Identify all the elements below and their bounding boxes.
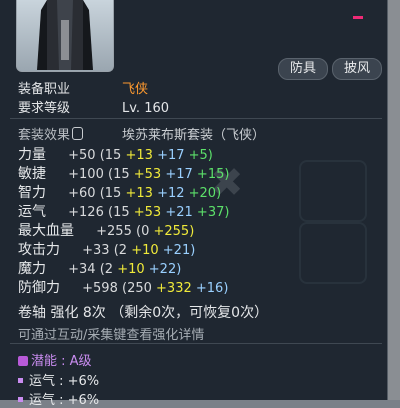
scroll-label: 卷轴 强化 8次 [18,305,106,321]
potential-label: 潜能 : [31,354,66,369]
item-flag-icon [353,16,363,19]
level-value: Lv. 160 [122,101,170,116]
potential-row: 潜能 : A级 [18,350,92,369]
level-row: 要求等级 Lv. 160 [18,97,169,116]
set-label: 套装效果 [18,124,122,143]
potential-icon [18,356,28,366]
stat-row-magic: 魔力 +34 (2 +10 +22) [18,261,182,277]
stat-row-defense: 防御力 +598 (250 +332 +16) [18,280,229,296]
item-tooltip: 防具 披风 装备职业 飞侠 要求等级 Lv. 160 套装效果 埃苏莱布斯套装（飞侠）… [0,0,388,408]
stat-row-str: 力量 +50 (15 +13 +17 +5) [18,147,213,163]
set-info-icon[interactable] [72,127,84,140]
enhance-hint: 可通过互动/采集键查看强化详情 [18,328,205,343]
ghost-slot [299,160,367,222]
scroll-detail: （剩余0次，可恢复0次） [110,305,269,321]
stat-row-attack: 攻击力 +33 (2 +10 +21) [18,242,196,258]
divider [10,343,382,344]
tag-cape: 披风 [332,58,382,80]
tag-armor: 防具 [278,58,328,80]
ghost-slot [299,222,367,284]
job-row: 装备职业 飞侠 [18,78,148,97]
potential-line: 运气 : +6% [18,389,99,408]
job-value: 飞侠 [122,82,149,97]
bullet-icon [18,378,23,383]
stat-row-luk: 运气 +126 (15 +53 +21 +37) [18,204,230,220]
job-label: 装备职业 [18,82,71,97]
stat-row-maxhp: 最大血量 +255 (0 +255) [18,223,195,239]
set-row[interactable]: 套装效果 埃苏莱布斯套装（飞侠） [18,124,265,143]
stat-row-dex: 敏捷 +100 (15 +53 +17 +15) [18,166,230,182]
stat-row-int: 智力 +60 (15 +13 +12 +20) [18,185,222,201]
scroll-row: 卷轴 强化 8次 （剩余0次，可恢复0次） [18,302,268,322]
level-label: 要求等级 [18,101,71,116]
set-value: 埃苏莱布斯套装（飞侠） [122,128,266,143]
potential-line: 运气 : +6% [18,370,99,389]
potential-grade: A级 [69,354,92,369]
divider [10,118,382,119]
item-image [16,0,114,72]
